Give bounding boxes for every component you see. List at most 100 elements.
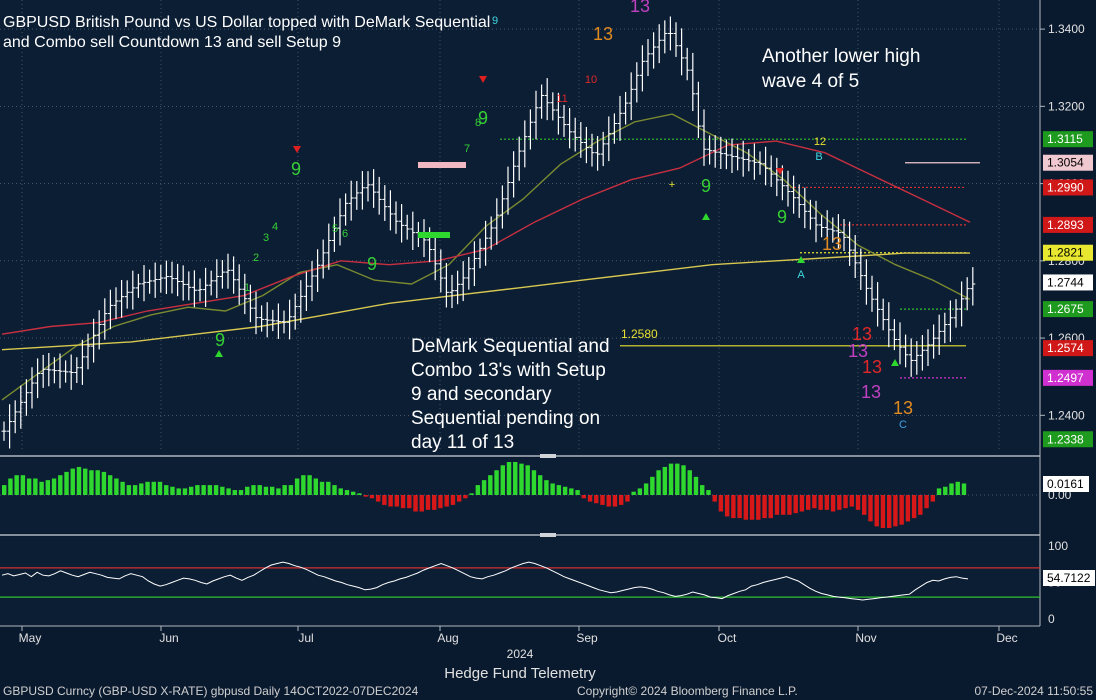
histogram-bar bbox=[668, 463, 674, 495]
level-label: 1.2580 bbox=[621, 327, 658, 341]
histogram-bar bbox=[494, 470, 499, 495]
histogram-bar bbox=[450, 495, 456, 505]
histogram-bar bbox=[575, 490, 580, 495]
histogram-bar bbox=[961, 483, 967, 495]
histogram-bar bbox=[164, 485, 169, 495]
histogram-bar bbox=[700, 485, 705, 495]
demark-count-13: 13 bbox=[893, 398, 913, 418]
footer-copyright: Copyright© 2024 Bloomberg Finance L.P. bbox=[577, 684, 798, 698]
demark-small-2: 2 bbox=[253, 252, 259, 264]
histogram-bar bbox=[631, 491, 636, 495]
histogram-bar bbox=[905, 495, 911, 522]
histogram-bar bbox=[830, 495, 836, 512]
histogram-bar bbox=[687, 470, 692, 495]
histogram-bar bbox=[874, 495, 879, 527]
price-tag-label: 1.2990 bbox=[1047, 180, 1084, 194]
histogram-bar bbox=[232, 490, 237, 495]
histogram-bar bbox=[880, 495, 886, 528]
histogram-bar bbox=[463, 495, 468, 499]
histogram-bar bbox=[531, 470, 537, 495]
y-tick-label: 1.3200 bbox=[1048, 99, 1085, 113]
price-tag-label: 1.2675 bbox=[1047, 302, 1084, 316]
annotation-body-5: day 11 of 13 bbox=[411, 432, 514, 453]
histogram-bar bbox=[120, 481, 125, 495]
demark-small-+: + bbox=[669, 179, 675, 191]
histogram-bar bbox=[706, 490, 711, 495]
demark-small-4: 4 bbox=[272, 221, 278, 233]
demark-count-13: 13 bbox=[861, 382, 881, 402]
histogram-bar bbox=[862, 495, 867, 515]
histogram-bar bbox=[419, 495, 424, 512]
rsi-y-tick-label: 100 bbox=[1048, 539, 1068, 553]
histogram-bar bbox=[313, 478, 319, 495]
divider-handle-1[interactable] bbox=[540, 454, 556, 458]
histogram-bar bbox=[849, 495, 854, 507]
histogram-bar bbox=[513, 462, 518, 495]
divider-handle-2[interactable] bbox=[540, 533, 556, 537]
histogram-bar bbox=[207, 485, 213, 495]
histogram-bar bbox=[375, 495, 381, 502]
histogram-bar bbox=[675, 463, 680, 495]
demark-count-13: 13 bbox=[593, 24, 613, 44]
histogram-bar bbox=[594, 495, 599, 504]
histogram-bar bbox=[126, 485, 132, 495]
histogram-bar bbox=[132, 485, 138, 495]
histogram-bar bbox=[89, 470, 94, 495]
histogram-bar bbox=[276, 488, 281, 495]
histogram-bar bbox=[39, 481, 44, 495]
x-tick-label-Nov: Nov bbox=[855, 631, 876, 645]
chart-title-line-2: and Combo sell Countdown 13 and sell Set… bbox=[3, 34, 341, 51]
rsi-y-tick-label: 0 bbox=[1048, 612, 1055, 626]
histogram-bar bbox=[83, 468, 88, 495]
histogram-bar bbox=[656, 470, 661, 495]
chart-title-line-1: GBPUSD British Pound vs US Dollar topped… bbox=[3, 14, 490, 31]
price-tag-label: 1.2744 bbox=[1047, 275, 1084, 289]
histogram-bar bbox=[326, 481, 331, 495]
histogram-bar bbox=[238, 490, 244, 495]
histogram-bar bbox=[837, 495, 842, 510]
histogram-bar bbox=[749, 495, 755, 520]
histogram-bar bbox=[868, 495, 873, 522]
histogram-bar bbox=[394, 495, 400, 507]
histogram-bar bbox=[170, 486, 175, 495]
tdst-pink-marker bbox=[418, 162, 466, 168]
y-tick-label: 1.2400 bbox=[1048, 408, 1085, 422]
chart-root: 91391313131313999913131234 5 6789101112ABC… bbox=[0, 0, 1096, 700]
annotation-body-3: 9 and secondary bbox=[411, 384, 552, 405]
histogram-bar bbox=[282, 485, 287, 495]
histogram-bar bbox=[307, 475, 312, 495]
demark-count-9: 9 bbox=[215, 330, 225, 350]
histogram-bar bbox=[157, 481, 163, 495]
demark-count-9: 9 bbox=[701, 176, 711, 196]
histogram-bar bbox=[525, 465, 530, 495]
histogram-bar bbox=[188, 486, 194, 495]
histogram-bar bbox=[351, 491, 356, 495]
price-tag-label: 1.2338 bbox=[1047, 432, 1084, 446]
histogram-bar bbox=[8, 478, 13, 495]
x-tick-label-Jun: Jun bbox=[159, 631, 178, 645]
histogram-bar bbox=[899, 495, 904, 525]
histogram-bar bbox=[145, 481, 150, 495]
histogram-bar bbox=[949, 483, 954, 495]
x-tick-label-Oct: Oct bbox=[718, 631, 737, 645]
x-tick-label-Jul: Jul bbox=[298, 631, 313, 645]
demark-small-7: 7 bbox=[464, 143, 470, 155]
demark-small-C: C bbox=[899, 419, 907, 431]
histogram-bar bbox=[51, 478, 57, 495]
histogram-bar bbox=[33, 478, 38, 495]
histogram-bar bbox=[245, 486, 250, 495]
histogram-bar bbox=[469, 493, 474, 495]
footer-ticker: GBPUSD Curncy (GBP-USD X-RATE) gbpusd Da… bbox=[3, 684, 419, 698]
histogram-bar bbox=[488, 475, 493, 495]
histogram-bar bbox=[911, 495, 917, 519]
price-tag-label: 1.2821 bbox=[1047, 246, 1084, 260]
histogram-bar bbox=[886, 495, 892, 528]
demark-small-8: 8 bbox=[475, 117, 481, 129]
histogram-bar bbox=[294, 478, 300, 495]
demark-count-13: 13 bbox=[822, 234, 842, 254]
price-tag-label: 1.2893 bbox=[1047, 218, 1084, 232]
price-tag-label: 1.2574 bbox=[1047, 341, 1084, 355]
demark-count-9: 9 bbox=[291, 159, 301, 179]
histogram-bar bbox=[569, 488, 574, 495]
histogram-bar bbox=[662, 466, 668, 495]
